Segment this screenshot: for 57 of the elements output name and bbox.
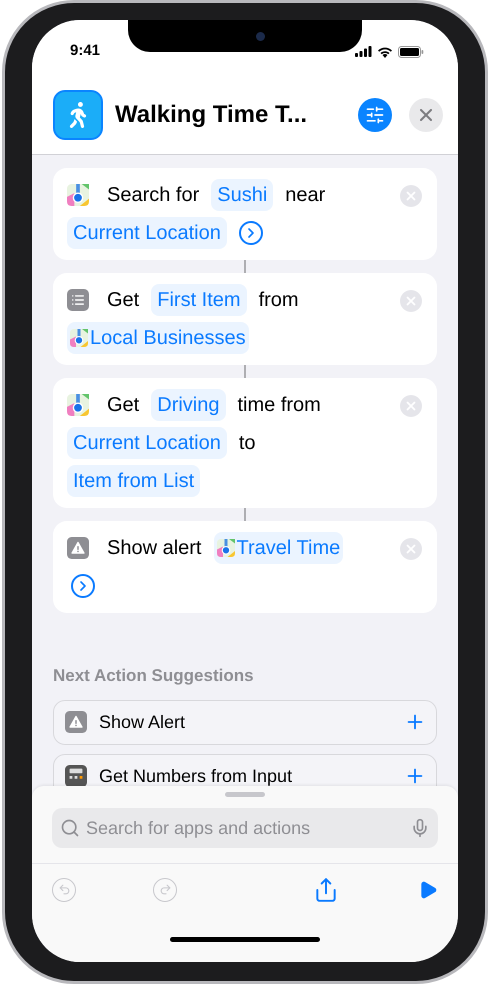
status-time: 9:41 bbox=[70, 41, 100, 62]
expand-button[interactable] bbox=[71, 574, 95, 598]
suggestion-row[interactable]: Show Alert bbox=[53, 700, 437, 744]
action-text: from bbox=[258, 288, 300, 313]
parameter-token[interactable]: First Item bbox=[151, 284, 247, 316]
suggestion-label: Show Alert bbox=[99, 710, 186, 734]
close-icon bbox=[404, 294, 418, 308]
action-text: Get bbox=[106, 288, 140, 313]
close-icon bbox=[404, 189, 418, 203]
camera-icon bbox=[256, 32, 264, 40]
close-icon bbox=[404, 542, 418, 556]
action-text: Get bbox=[106, 393, 140, 418]
action-text: Show alert bbox=[106, 536, 202, 561]
parameter-token[interactable]: Current Location bbox=[67, 427, 227, 459]
parameter-token[interactable]: Driving bbox=[151, 389, 226, 421]
parameter-token[interactable]: Sushi bbox=[211, 179, 274, 211]
action-card[interactable]: Get First Item from Local Businesses bbox=[53, 273, 437, 365]
action-text: to bbox=[238, 431, 257, 456]
signal-icon bbox=[355, 46, 372, 57]
parameter-token[interactable]: Item from List bbox=[67, 465, 200, 497]
list-icon bbox=[67, 289, 89, 311]
shortcut-title: Walking Time T... bbox=[115, 100, 308, 130]
action-card[interactable]: Get Driving time from Current Location to Item from List bbox=[53, 378, 437, 508]
search-field[interactable]: Search for apps and actions bbox=[52, 808, 438, 848]
variable-label: Local Businesses bbox=[90, 326, 246, 351]
action-card[interactable]: Show alert Travel Time bbox=[53, 521, 437, 613]
wifi-icon bbox=[377, 46, 393, 58]
battery-icon bbox=[398, 46, 424, 58]
calculator-icon bbox=[65, 765, 87, 787]
parameter-token[interactable]: Current Location bbox=[67, 217, 227, 249]
redo-icon bbox=[158, 883, 172, 896]
action-text: Search for bbox=[106, 183, 200, 208]
map-icon bbox=[216, 539, 234, 557]
undo-icon bbox=[58, 883, 70, 896]
shortcut-icon-button[interactable] bbox=[53, 90, 103, 140]
action-text: time from bbox=[236, 393, 322, 418]
map-icon bbox=[70, 329, 88, 347]
map-icon bbox=[67, 184, 89, 206]
suggestions-title: Next Action Suggestions bbox=[53, 665, 255, 687]
connector-line bbox=[244, 508, 246, 521]
action-text: near bbox=[284, 183, 326, 208]
settings-button[interactable] bbox=[358, 98, 392, 132]
sliders-icon bbox=[365, 104, 385, 124]
action-card[interactable]: Search for Sushi near Current Location bbox=[53, 168, 437, 260]
connector-line bbox=[244, 365, 246, 378]
connector-line bbox=[244, 260, 246, 273]
alert-icon bbox=[65, 711, 87, 733]
alert-icon bbox=[67, 537, 89, 559]
suggestion-label: Get Numbers from Input bbox=[99, 764, 294, 788]
close-button[interactable] bbox=[409, 98, 443, 132]
variable-label: Travel Time bbox=[236, 536, 340, 561]
expand-button[interactable] bbox=[238, 221, 263, 245]
search-icon bbox=[60, 818, 80, 838]
map-icon bbox=[67, 394, 89, 416]
close-icon bbox=[404, 399, 418, 413]
variable-token[interactable]: Local Businesses bbox=[67, 322, 249, 354]
variable-token[interactable]: Travel Time bbox=[214, 532, 344, 564]
